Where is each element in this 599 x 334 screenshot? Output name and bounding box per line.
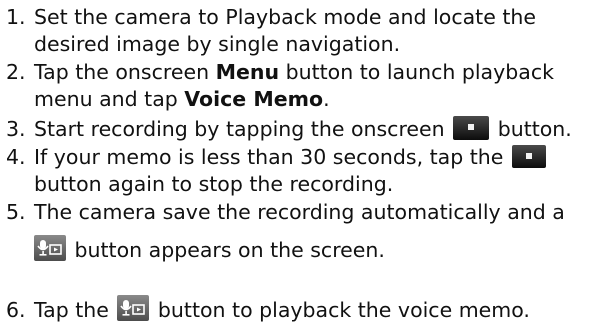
step-text: button appears on the screen. bbox=[68, 238, 385, 262]
step-text: Tap the bbox=[34, 298, 116, 322]
step-number: 2. bbox=[6, 60, 26, 84]
step-2: 2. Tap the onscreen Menu button to launch… bbox=[6, 59, 597, 113]
voice-memo-label: Voice Memo bbox=[184, 87, 324, 111]
step-number: 5. bbox=[6, 200, 26, 224]
voice-memo-playback-icon bbox=[117, 295, 150, 321]
voice-memo-playback-icon bbox=[34, 235, 66, 261]
step-1: 1. Set the camera to Playback mode and lo… bbox=[6, 4, 597, 58]
step-3: 3. Start recording by tapping the onscree… bbox=[6, 116, 597, 143]
step-number: 1. bbox=[6, 5, 26, 29]
instruction-page: 1. Set the camera to Playback mode and lo… bbox=[0, 0, 599, 334]
step-text: button to playback the voice memo. bbox=[151, 298, 530, 322]
step-4: 4. If your memo is less than 30 seconds, … bbox=[6, 144, 597, 198]
step-5: 5. The camera save the recording automati… bbox=[6, 199, 597, 264]
step-number: 6. bbox=[6, 298, 26, 322]
step-text: button. bbox=[491, 117, 572, 141]
step-6: 6. Tap the button to playback the voice m… bbox=[6, 295, 597, 324]
record-button-icon bbox=[453, 116, 490, 140]
step-text: Set the camera to Playback mode and loca… bbox=[34, 5, 536, 29]
step-text: desired image by single navigation. bbox=[34, 32, 401, 56]
step-text: menu and tap bbox=[34, 87, 185, 111]
step-text: Start recording by tapping the onscreen bbox=[34, 117, 452, 141]
step-text: button to launch playback bbox=[279, 60, 554, 84]
step-number: 4. bbox=[6, 145, 26, 169]
step-number: 3. bbox=[6, 117, 26, 141]
step-text: If your memo is less than 30 seconds, ta… bbox=[34, 145, 510, 169]
step-text: . bbox=[323, 87, 330, 111]
menu-label: Menu bbox=[215, 60, 280, 84]
record-button-icon bbox=[511, 145, 546, 168]
step-text: button again to stop the recording. bbox=[34, 172, 394, 196]
step-text: The camera save the recording automatica… bbox=[34, 200, 565, 224]
step-text: Tap the onscreen bbox=[34, 60, 216, 84]
